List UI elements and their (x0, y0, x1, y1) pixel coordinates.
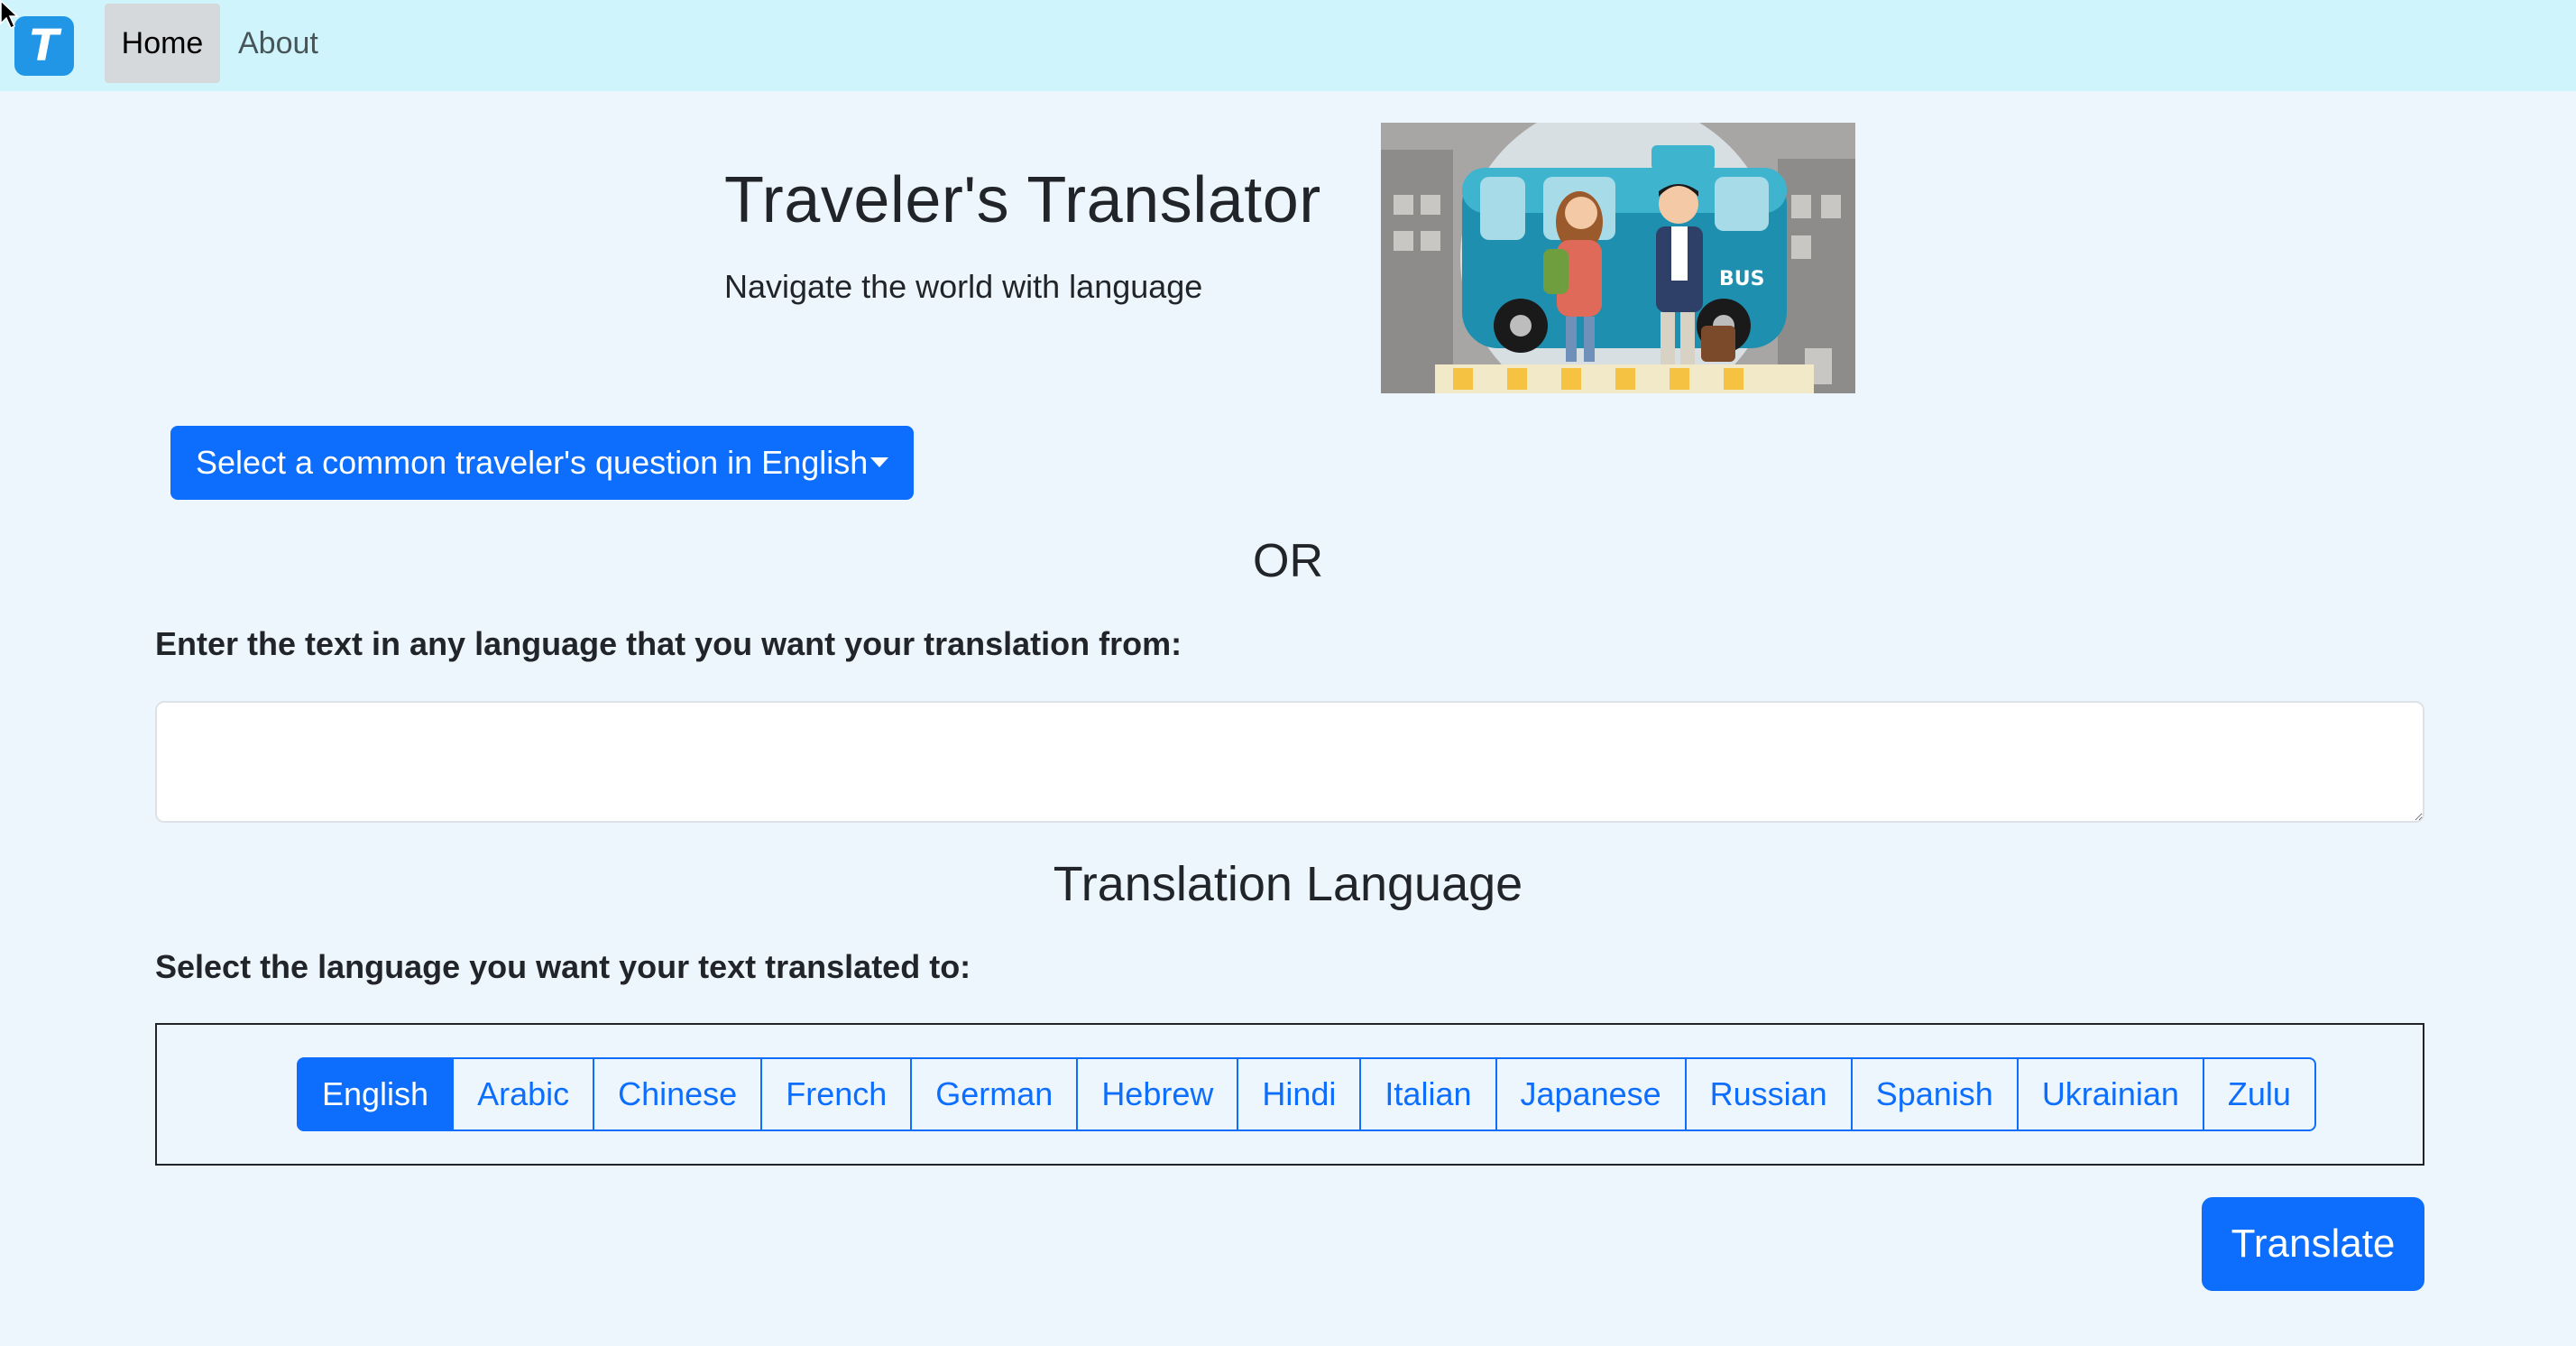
page-subtitle: Navigate the world with language (724, 268, 1203, 305)
source-text-input[interactable] (155, 701, 2424, 823)
language-option-chinese[interactable]: Chinese (593, 1057, 763, 1131)
hero-illustration: BUS (1381, 123, 1855, 393)
language-option-ukrainian[interactable]: Ukrainian (2016, 1057, 2204, 1131)
language-select-label: Select the language you want your text t… (155, 948, 971, 985)
language-option-italian[interactable]: Italian (1359, 1057, 1497, 1131)
app-logo[interactable]: T (14, 16, 74, 76)
mouse-pointer-icon (0, 0, 19, 30)
or-divider-text: OR (1253, 535, 1323, 587)
language-option-hebrew[interactable]: Hebrew (1076, 1057, 1239, 1131)
navbar: T Home About (0, 0, 2576, 91)
dropdown-label: Select a common traveler's question in E… (196, 444, 869, 481)
language-option-zulu[interactable]: Zulu (2202, 1057, 2316, 1131)
language-option-german[interactable]: German (910, 1057, 1079, 1131)
language-option-russian[interactable]: Russian (1684, 1057, 1853, 1131)
nav-about-link[interactable]: About (224, 4, 333, 83)
language-option-french[interactable]: French (760, 1057, 913, 1131)
input-label: Enter the text in any language that you … (155, 625, 1182, 662)
language-option-arabic[interactable]: Arabic (452, 1057, 595, 1131)
language-option-japanese[interactable]: Japanese (1495, 1057, 1687, 1131)
language-option-spanish[interactable]: Spanish (1850, 1057, 2019, 1131)
translate-button[interactable]: Translate (2202, 1197, 2424, 1291)
caret-down-icon (870, 457, 888, 467)
bus-label: BUS (1719, 268, 1764, 290)
page-title: Traveler's Translator (724, 164, 1321, 236)
language-button-group: English Arabic Chinese French German Hebrew Hi… (297, 1057, 2316, 1131)
language-option-hindi[interactable]: Hindi (1237, 1057, 1362, 1131)
translation-language-heading: Translation Language (1053, 857, 1523, 911)
common-question-dropdown[interactable]: Select a common traveler's question in E… (170, 426, 914, 500)
language-option-english[interactable]: English (297, 1057, 455, 1131)
nav-home-link[interactable]: Home (105, 4, 220, 83)
